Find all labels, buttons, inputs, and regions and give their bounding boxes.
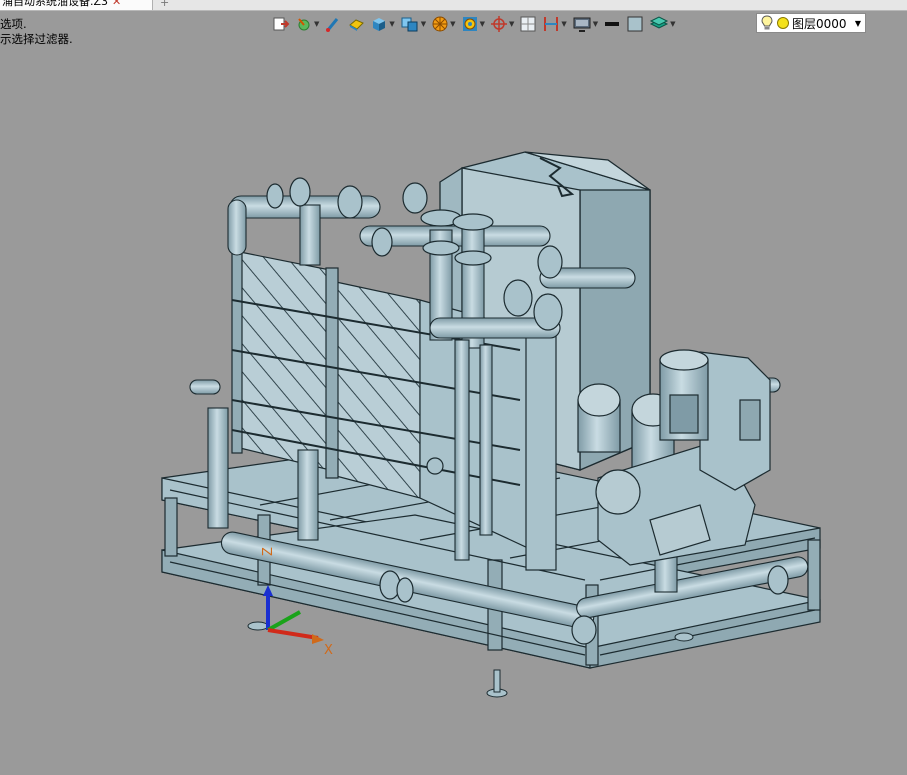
layer-selector[interactable]: 图层0000 ▼ [756,13,866,33]
cube-icon [373,18,386,31]
target-icon [462,17,477,31]
prompt-line-1: 选项. [0,17,27,31]
dropdown-arrow-icon[interactable]: ▼ [480,20,485,28]
model-canvas[interactable]: X Z [0,40,907,772]
view-cube-button[interactable]: ▼ [400,13,426,35]
monitor-button[interactable]: ▼ [572,13,598,35]
color-swatch-button[interactable] [626,13,644,35]
line-style-button[interactable] [603,13,621,35]
target-button[interactable]: ▼ [461,13,485,35]
dropdown-arrow-icon[interactable]: ▼ [389,20,394,28]
monitor-icon [573,17,591,32]
3d-viewport[interactable]: X Z [0,40,907,772]
eraser-button[interactable] [347,13,365,35]
lightbulb-icon [761,15,773,30]
y-axis [267,610,301,632]
z-axis-label: Z [261,547,276,556]
crosshair-icon [490,16,507,32]
layer-stack-button[interactable]: ▼ [649,13,676,35]
view-toolbar: ▼ ▼ ▼ ▼ ▼ ▼ ▼ ▼ ▼ [272,13,681,35]
x-axis-label: X [324,643,333,658]
exit-button[interactable] [272,13,290,35]
dimension-button[interactable]: ▼ [542,13,567,35]
layer-on-icon [777,17,789,29]
exit-icon [273,17,290,31]
dropdown-arrow-icon[interactable]: ▼ [509,20,514,28]
tab-close-icon[interactable]: ✕ [112,0,121,8]
dropdown-arrow-icon[interactable]: ▼ [593,20,598,28]
cube-button[interactable]: ▼ [370,13,395,35]
dropdown-arrow-icon[interactable]: ▼ [421,20,426,28]
dropdown-arrow-icon[interactable]: ▼ [450,20,455,28]
dropdown-arrow-icon[interactable]: ▼ [314,20,319,28]
chevron-down-icon[interactable]: ▼ [855,19,861,28]
new-tab-button[interactable]: + [160,0,169,9]
sketch-icon [298,18,310,31]
eraser-icon [349,19,365,31]
grid-icon [520,16,536,32]
layer-name: 图层0000 [792,16,847,31]
document-tab-title: 涌自动系统油设备.Z3 [2,0,109,8]
brush-icon [326,18,339,32]
color-swatch-icon [627,16,643,32]
wheel-button[interactable]: ▼ [431,13,456,35]
dimension-icon [544,17,559,31]
tab-bar: 涌自动系统油设备.Z3 ✕ + [0,0,907,11]
dropdown-arrow-icon[interactable]: ▼ [670,20,675,28]
sketch-button[interactable]: ▼ [295,13,319,35]
layer-stack-icon [650,16,669,29]
wheel-icon [432,16,448,32]
crosshair-button[interactable]: ▼ [490,13,514,35]
grid-button[interactable] [519,13,537,35]
x-axis [267,628,319,640]
brush-button[interactable] [324,13,342,35]
dropdown-arrow-icon[interactable]: ▼ [561,20,566,28]
document-tab[interactable]: 涌自动系统油设备.Z3 ✕ [0,0,153,10]
line-style-icon [605,22,620,26]
view-cube-icon [401,17,418,32]
